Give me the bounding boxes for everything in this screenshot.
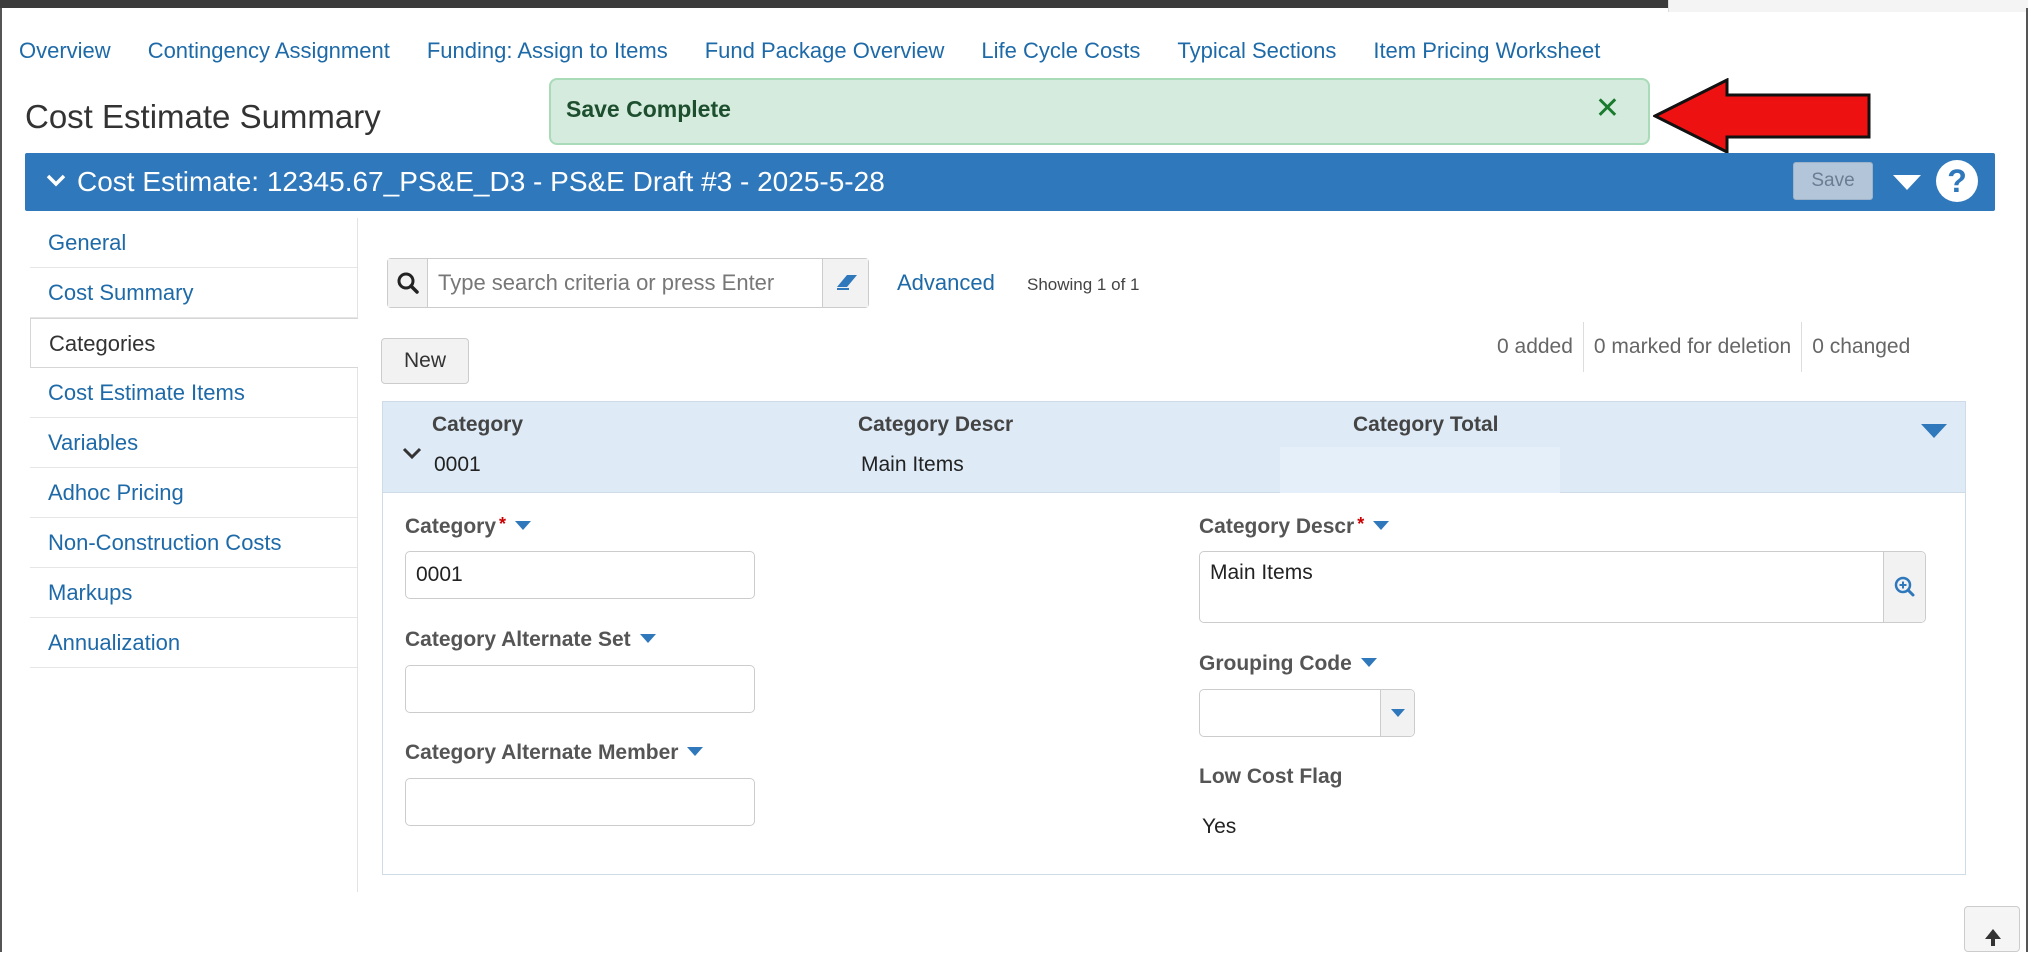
- category-field[interactable]: 0001: [405, 551, 755, 599]
- sidebar-item-variables[interactable]: Variables: [30, 418, 357, 468]
- marked-for-deletion-count: 0 marked for deletion: [1593, 335, 1792, 358]
- sidebar-item-adhoc-pricing[interactable]: Adhoc Pricing: [30, 468, 357, 518]
- nav-link-typical-sections[interactable]: Typical Sections: [1177, 38, 1336, 64]
- caret-down-icon[interactable]: [687, 747, 704, 756]
- table-row[interactable]: Category Category Descr Category Total 0…: [383, 402, 1965, 493]
- search-icon[interactable]: [388, 259, 428, 307]
- nav-link-funding-assign-to-items[interactable]: Funding: Assign to Items: [427, 38, 668, 64]
- change-counts: 0 added 0 marked for deletion 0 changed: [1487, 322, 1920, 372]
- caret-down-icon[interactable]: [1373, 521, 1390, 530]
- grouping-code-select[interactable]: [1199, 689, 1415, 737]
- red-arrow-icon: [1653, 78, 1871, 154]
- category-descr-field-label: Category Descr *: [1199, 514, 1390, 539]
- save-button[interactable]: Save: [1793, 162, 1873, 200]
- column-header-category: Category: [432, 413, 524, 436]
- category-descr-field[interactable]: Main Items: [1199, 551, 1926, 623]
- sidebar-item-cost-summary[interactable]: Cost Summary: [30, 268, 357, 318]
- category-alternate-set-label: Category Alternate Set: [405, 628, 656, 652]
- category-alternate-member-label-text: Category Alternate Member: [405, 741, 679, 764]
- caret-down-icon[interactable]: [1360, 658, 1377, 667]
- arrow-up-icon: [1985, 929, 2001, 946]
- sidebar-item-annualization[interactable]: Annualization: [30, 618, 357, 668]
- window-left-border: [0, 8, 2, 952]
- header-menu-dropdown-icon[interactable]: [1893, 175, 1921, 190]
- cell-category-total: [1280, 447, 1560, 493]
- category-label-text: Category: [405, 515, 497, 538]
- category-alternate-member-field[interactable]: [405, 778, 755, 826]
- eraser-icon[interactable]: [822, 259, 868, 307]
- grouping-code-label: Grouping Code: [1199, 652, 1377, 676]
- column-header-category-descr: Category Descr: [858, 413, 1014, 436]
- category-alternate-set-field[interactable]: [405, 665, 755, 713]
- sidebar-item-general[interactable]: General: [30, 218, 357, 268]
- category-alternate-member-label: Category Alternate Member: [405, 741, 704, 765]
- window-top-strip: [1668, 0, 2028, 12]
- nav-link-life-cycle-costs[interactable]: Life Cycle Costs: [981, 38, 1140, 64]
- grouping-code-label-text: Grouping Code: [1199, 652, 1352, 675]
- scroll-to-top-button[interactable]: [1964, 906, 2020, 952]
- caret-down-icon[interactable]: [515, 521, 532, 530]
- search-input[interactable]: [430, 259, 814, 307]
- categories-grid: Category Category Descr Category Total 0…: [382, 401, 1966, 875]
- low-cost-flag-label: Low Cost Flag: [1199, 765, 1343, 788]
- top-nav: Overview Contingency Assignment Funding:…: [19, 38, 1637, 64]
- category-descr-label-text: Category Descr: [1199, 515, 1355, 538]
- save-complete-toast: Save Complete ✕: [549, 78, 1650, 145]
- category-descr-value: Main Items: [1210, 561, 1313, 584]
- select-dropdown-button[interactable]: [1380, 690, 1414, 736]
- new-button[interactable]: New: [381, 338, 469, 384]
- low-cost-flag-value: Yes: [1202, 815, 1237, 838]
- category-alternate-set-label-text: Category Alternate Set: [405, 628, 631, 651]
- cell-category: 0001: [434, 453, 481, 476]
- grid-menu-dropdown-icon[interactable]: [1921, 424, 1947, 438]
- changed-count: 0 changed: [1812, 335, 1911, 358]
- required-marker: *: [499, 514, 507, 534]
- sidebar-item-non-construction-costs[interactable]: Non-Construction Costs: [30, 518, 357, 568]
- sidebar-item-cost-estimate-items[interactable]: Cost Estimate Items: [30, 368, 357, 418]
- caret-down-icon[interactable]: [639, 634, 656, 643]
- zoom-in-icon[interactable]: [1883, 552, 1925, 622]
- caret-down-icon: [1391, 709, 1405, 717]
- sidebar-item-categories[interactable]: Categories: [30, 318, 358, 368]
- nav-link-overview[interactable]: Overview: [19, 38, 111, 64]
- sidebar-item-markups[interactable]: Markups: [30, 568, 357, 618]
- added-count: 0 added: [1497, 335, 1573, 358]
- sidebar: General Cost Summary Categories Cost Est…: [30, 218, 358, 892]
- chevron-down-icon[interactable]: [45, 169, 67, 191]
- cell-category-descr: Main Items: [861, 453, 964, 476]
- cost-estimate-header: Cost Estimate: 12345.67_PS&E_D3 - PS&E D…: [25, 153, 1995, 211]
- search-box: [387, 258, 869, 308]
- nav-link-contingency-assignment[interactable]: Contingency Assignment: [148, 38, 390, 64]
- chevron-down-icon[interactable]: [401, 445, 423, 463]
- category-field-label: Category *: [405, 514, 532, 539]
- close-icon[interactable]: ✕: [1595, 94, 1620, 124]
- column-header-category-total: Category Total: [1353, 413, 1499, 436]
- nav-link-item-pricing-worksheet[interactable]: Item Pricing Worksheet: [1373, 38, 1600, 64]
- required-marker: *: [1357, 514, 1365, 534]
- advanced-search-link[interactable]: Advanced: [897, 270, 995, 296]
- toast-message: Save Complete: [566, 96, 731, 122]
- nav-link-fund-package-overview[interactable]: Fund Package Overview: [705, 38, 945, 64]
- cost-estimate-title: Cost Estimate: 12345.67_PS&E_D3 - PS&E D…: [77, 166, 885, 197]
- page-title: Cost Estimate Summary: [25, 98, 381, 135]
- help-icon[interactable]: ?: [1936, 160, 1978, 202]
- showing-count: Showing 1 of 1: [1027, 275, 1140, 294]
